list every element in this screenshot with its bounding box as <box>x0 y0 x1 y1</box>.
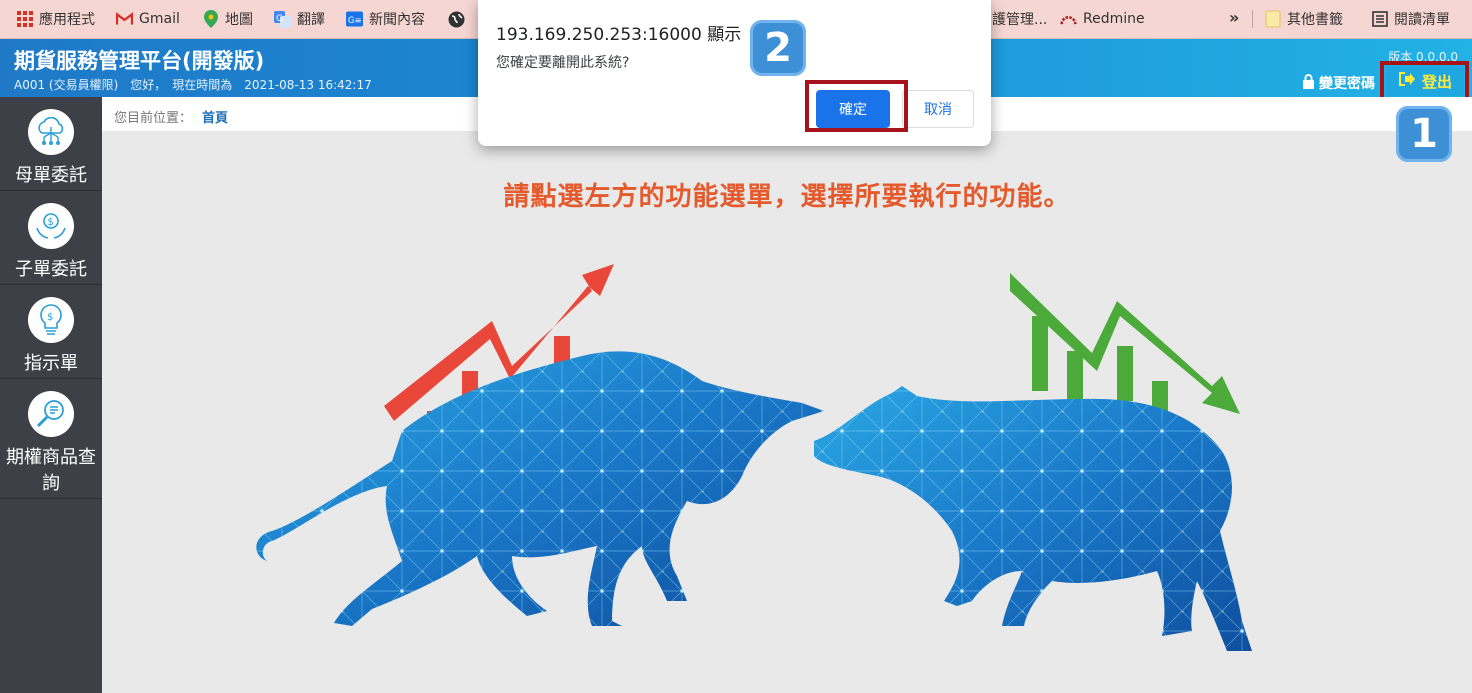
confirm-dialog: 193.169.250.253:16000 顯示 您確定要離開此系統? 確定 取… <box>478 0 991 146</box>
sidebar: 母單委託 $ 子單委託 $ 指示單 期權商品查詢 <box>0 97 102 693</box>
bookmark-label: Redmine <box>1083 11 1145 27</box>
sidebar-item-product-query[interactable]: 期權商品查詢 <box>0 379 102 499</box>
bookmark-label: 閱讀清單 <box>1394 12 1450 28</box>
sidebar-item-label: 子單委託 <box>15 259 87 280</box>
more-chevron-icon: » <box>1229 7 1240 27</box>
dialog-origin: 193.169.250.253:16000 顯示 <box>496 25 742 45</box>
bookmark-label: 新聞內容 <box>369 12 425 28</box>
reading-list[interactable]: 閱讀清單 <box>1371 9 1450 29</box>
user-info: A001 (交易員權限) 您好， 現在時間為 2021-08-13 16:42:… <box>14 78 372 92</box>
bookmark-label: 護管理... <box>992 12 1048 28</box>
bookmark-gmail[interactable]: Gmail <box>116 9 180 29</box>
folder-icon <box>1264 10 1281 28</box>
bookmarks-more[interactable]: » <box>1229 7 1239 27</box>
bookmark-separator <box>1252 10 1253 28</box>
redmine-icon <box>1060 11 1077 28</box>
bookmark-maps[interactable]: 地圖 <box>202 9 253 29</box>
main-content: 請點選左方的功能選單，選擇所要執行的功能。 <box>102 131 1472 693</box>
change-password-link[interactable]: 變更密碼 <box>1302 73 1375 93</box>
money-hands-icon: $ <box>28 203 74 249</box>
bull-figure <box>256 351 824 626</box>
search-doc-icon <box>28 391 74 437</box>
sidebar-item-label: 母單委託 <box>15 165 87 186</box>
dialog-message: 您確定要離開此系統? <box>496 55 630 71</box>
bookmark-label: 應用程式 <box>39 12 95 28</box>
logout-highlight-box <box>1380 61 1469 101</box>
bookmark-apps[interactable]: 應用程式 <box>16 9 95 29</box>
step-1-badge: 1 <box>1396 106 1452 162</box>
step-2-badge: 2 <box>750 20 806 76</box>
sidebar-item-parent-order[interactable]: 母單委託 <box>0 97 102 191</box>
svg-text:$: $ <box>48 217 54 228</box>
bookmark-news[interactable]: G≡ 新聞內容 <box>346 9 425 29</box>
bookmark-label: 其他書籤 <box>1287 12 1343 28</box>
svg-text:$: $ <box>47 312 53 323</box>
lightbulb-dollar-icon: $ <box>28 297 74 343</box>
bookmark-label: 地圖 <box>225 12 253 28</box>
sidebar-item-label: 期權商品查詢 <box>6 447 96 494</box>
map-pin-icon <box>202 10 219 28</box>
sidebar-item-instruction[interactable]: $ 指示單 <box>0 285 102 379</box>
bookmark-translate[interactable]: G 翻譯 <box>274 9 325 29</box>
bookmark-globe[interactable] <box>448 9 465 29</box>
bookmark-maintenance[interactable]: 護管理... <box>992 9 1047 29</box>
bookmark-label: 翻譯 <box>297 12 325 28</box>
translate-icon: G <box>274 10 291 28</box>
bull-bear-illustration <box>256 264 1252 651</box>
breadcrumb-home-link[interactable]: 首頁 <box>202 107 228 126</box>
change-password-label: 變更密碼 <box>1319 76 1375 92</box>
globe-icon <box>448 11 465 28</box>
svg-text:G≡: G≡ <box>348 16 362 26</box>
breadcrumb-prefix: 您目前位置： <box>114 111 193 126</box>
bear-figure <box>814 386 1252 651</box>
lock-icon <box>1302 73 1315 93</box>
sidebar-item-label: 指示單 <box>24 353 78 374</box>
bookmark-other[interactable]: 其他書籤 <box>1264 9 1343 29</box>
reading-list-icon <box>1371 11 1388 28</box>
bookmark-label: Gmail <box>139 11 180 27</box>
bear-down-arrow <box>1010 273 1240 416</box>
app-title: 期貨服務管理平台(開發版) <box>14 49 265 73</box>
svg-text:G: G <box>276 14 283 24</box>
apps-grid-icon <box>16 11 33 28</box>
sidebar-item-child-order[interactable]: $ 子單委託 <box>0 191 102 285</box>
news-icon: G≡ <box>346 11 363 28</box>
gmail-icon <box>116 11 133 28</box>
ok-highlight-box <box>805 80 908 132</box>
cloud-network-icon <box>28 109 74 155</box>
confirm-cancel-button[interactable]: 取消 <box>902 90 974 128</box>
bookmark-redmine[interactable]: Redmine <box>1060 9 1145 29</box>
